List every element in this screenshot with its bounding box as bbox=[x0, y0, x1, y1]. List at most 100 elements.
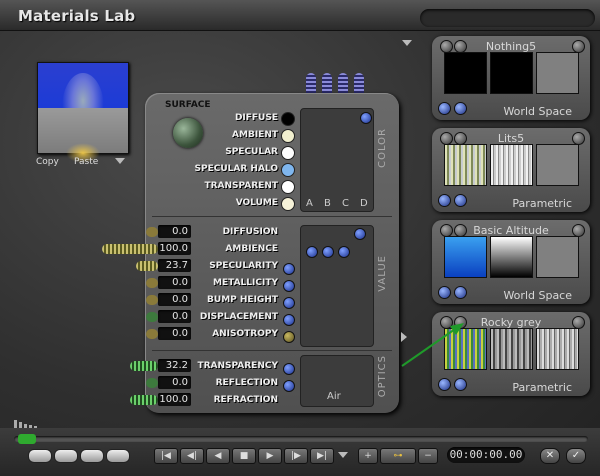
value-row-anisotropy[interactable]: ANISOTROPY bbox=[188, 326, 278, 342]
tab-value[interactable]: VALUE bbox=[377, 255, 388, 292]
transparent-swatch[interactable] bbox=[281, 180, 295, 194]
diffusion-value[interactable]: 0.0 bbox=[158, 225, 191, 238]
transport-last-button[interactable]: ▶| bbox=[310, 448, 334, 464]
refraction-slider[interactable] bbox=[130, 395, 158, 405]
card-info-icon[interactable] bbox=[438, 102, 451, 115]
displacement-knob[interactable] bbox=[283, 314, 295, 326]
ambience-channel-c-knob[interactable] bbox=[338, 246, 350, 258]
reflection-slider[interactable] bbox=[146, 378, 158, 388]
transparency-knob[interactable] bbox=[283, 363, 295, 375]
transport-first-button[interactable]: |◀ bbox=[154, 448, 178, 464]
volume-swatch[interactable] bbox=[281, 197, 295, 211]
ambience-slider[interactable] bbox=[102, 244, 158, 254]
options-menu-arrow-icon[interactable] bbox=[402, 40, 412, 46]
color-row-specular-halo[interactable]: SPECULAR HALO bbox=[188, 161, 278, 177]
bump-height-knob[interactable] bbox=[283, 297, 295, 309]
transport-menu-arrow-icon[interactable] bbox=[338, 452, 348, 458]
ambience-value[interactable]: 100.0 bbox=[158, 242, 191, 255]
value-row-displacement[interactable]: DISPLACEMENT bbox=[188, 309, 278, 325]
material-preview[interactable] bbox=[37, 62, 129, 163]
anisotropy-knob[interactable] bbox=[283, 331, 295, 343]
value-row-metallicity[interactable]: METALLICITY bbox=[188, 275, 278, 291]
value-row-diffusion[interactable]: DIFFUSION bbox=[188, 224, 278, 240]
add-key-button[interactable]: + bbox=[358, 448, 378, 464]
transport-play-button[interactable]: ▶ bbox=[258, 448, 282, 464]
card-info-icon[interactable] bbox=[454, 102, 467, 115]
ambience-channel-b-knob[interactable] bbox=[322, 246, 334, 258]
ok-button[interactable]: ✓ bbox=[566, 448, 586, 464]
time-display[interactable]: 00:00:00.00 bbox=[447, 447, 525, 463]
card-info-icon[interactable] bbox=[438, 194, 451, 207]
diffusion-slider[interactable] bbox=[146, 227, 158, 237]
tab-color[interactable]: COLOR bbox=[377, 128, 388, 168]
transport-prev-key-button[interactable]: ◀| bbox=[180, 448, 204, 464]
displacement-slider[interactable] bbox=[146, 312, 158, 322]
color-row-ambient[interactable]: AMBIENT bbox=[188, 127, 278, 143]
keyframe-pill-button[interactable] bbox=[54, 449, 78, 463]
keyframe-pill-button[interactable] bbox=[80, 449, 104, 463]
specularity-slider[interactable] bbox=[136, 261, 158, 271]
timeline-track[interactable] bbox=[14, 436, 588, 442]
transparency-value[interactable]: 32.2 bbox=[158, 359, 191, 372]
preset-card-basic-altitude[interactable]: Basic Altitude World Space bbox=[432, 220, 590, 304]
optics-row-label: REFLECTION bbox=[215, 378, 278, 388]
specularity-knob[interactable] bbox=[283, 263, 295, 275]
preset-space: World Space bbox=[503, 289, 572, 302]
cancel-button[interactable]: ✕ bbox=[540, 448, 560, 464]
value-row-label: SPECULARITY bbox=[209, 261, 278, 271]
value-row-bump-height[interactable]: BUMP HEIGHT bbox=[188, 292, 278, 308]
optics-row-transparency[interactable]: TRANSPARENCY bbox=[188, 358, 278, 374]
value-row-specularity[interactable]: SPECULARITY bbox=[188, 258, 278, 274]
preset-card-lits5[interactable]: Lits5 Parametric bbox=[432, 128, 590, 212]
diffusion-channel-d-knob[interactable] bbox=[354, 228, 366, 240]
refraction-value[interactable]: 100.0 bbox=[158, 393, 191, 406]
preview-menu-arrow-icon[interactable] bbox=[115, 158, 125, 164]
color-row-transparent[interactable]: TRANSPARENT bbox=[188, 178, 278, 194]
remove-key-button[interactable]: − bbox=[418, 448, 438, 464]
transparency-slider[interactable] bbox=[130, 361, 158, 371]
color-row-specular[interactable]: SPECULAR bbox=[188, 144, 278, 160]
color-row-label: DIFFUSE bbox=[234, 113, 278, 123]
card-info-icon[interactable] bbox=[438, 378, 451, 391]
reflection-knob[interactable] bbox=[283, 380, 295, 392]
metallicity-slider[interactable] bbox=[146, 278, 158, 288]
transport-rewind-button[interactable]: ◀ bbox=[206, 448, 230, 464]
optics-row-refraction[interactable]: REFRACTION bbox=[188, 392, 278, 408]
value-row-ambience[interactable]: AMBIENCE bbox=[188, 241, 278, 257]
paste-button[interactable]: Paste bbox=[74, 157, 98, 167]
anisotropy-value[interactable]: 0.0 bbox=[158, 327, 191, 340]
timeline-playhead[interactable] bbox=[18, 434, 36, 444]
bump-height-value[interactable]: 0.0 bbox=[158, 293, 191, 306]
preset-card-nothing5[interactable]: Nothing5 World Space bbox=[432, 36, 590, 120]
transport-stop-button[interactable]: ■ bbox=[232, 448, 256, 464]
card-info-icon[interactable] bbox=[454, 194, 467, 207]
specular-halo-swatch[interactable] bbox=[281, 163, 295, 177]
diffuse-channel-knob[interactable] bbox=[360, 112, 372, 124]
value-row-label: METALLICITY bbox=[213, 278, 278, 288]
card-info-icon[interactable] bbox=[454, 286, 467, 299]
card-info-icon[interactable] bbox=[454, 378, 467, 391]
displacement-value[interactable]: 0.0 bbox=[158, 310, 191, 323]
keyframe-pill-button[interactable] bbox=[106, 449, 130, 463]
keyframe-pill-button[interactable] bbox=[28, 449, 52, 463]
metallicity-knob[interactable] bbox=[283, 280, 295, 292]
optics-row-reflection[interactable]: REFLECTION bbox=[188, 375, 278, 391]
copy-button[interactable]: Copy bbox=[36, 157, 59, 167]
color-row-volume[interactable]: VOLUME bbox=[188, 195, 278, 211]
card-info-icon[interactable] bbox=[438, 286, 451, 299]
bump-height-slider[interactable] bbox=[146, 295, 158, 305]
color-row-diffuse[interactable]: DIFFUSE bbox=[188, 110, 278, 126]
tab-optics[interactable]: OPTICS bbox=[377, 355, 388, 397]
annotation-arrow-icon bbox=[401, 323, 464, 367]
reflection-value[interactable]: 0.0 bbox=[158, 376, 191, 389]
specularity-value[interactable]: 23.7 bbox=[158, 259, 191, 272]
ambience-channel-a-knob[interactable] bbox=[306, 246, 318, 258]
key-icon[interactable]: ⊶ bbox=[380, 448, 416, 464]
transport-next-key-button[interactable]: |▶ bbox=[284, 448, 308, 464]
anisotropy-slider[interactable] bbox=[146, 329, 158, 339]
diffuse-swatch[interactable] bbox=[281, 112, 295, 126]
preset-swatch-1 bbox=[444, 236, 487, 278]
metallicity-value[interactable]: 0.0 bbox=[158, 276, 191, 289]
specular-swatch[interactable] bbox=[281, 146, 295, 160]
ambient-swatch[interactable] bbox=[281, 129, 295, 143]
